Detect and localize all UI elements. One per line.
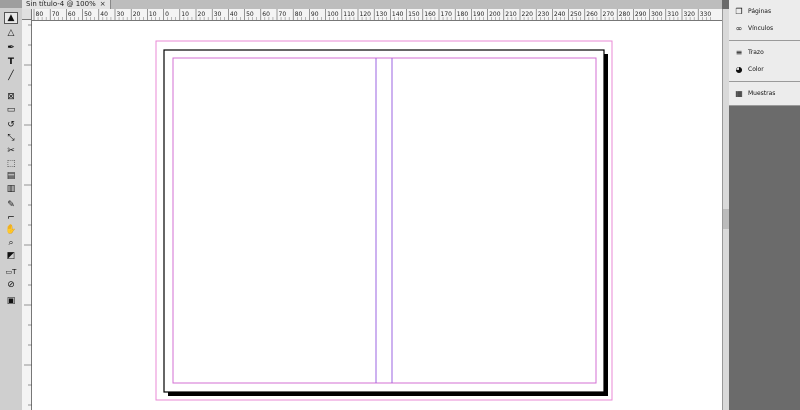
ruler-tick-label: 320 — [684, 11, 696, 18]
ruler-tick-label: 10 — [181, 11, 189, 18]
fill-stroke-icon[interactable]: ◩ — [4, 250, 18, 262]
ruler-tick-label: 90 — [311, 11, 319, 18]
ruler-tick-label: 30 — [214, 11, 222, 18]
color-icon: ◕ — [735, 65, 743, 74]
scale-icon[interactable]: ⤡ — [4, 132, 18, 144]
ruler-tick-label: 160 — [424, 11, 436, 18]
pages-icon: ❐ — [735, 7, 743, 16]
panel-item-color[interactable]: ◕ Color — [729, 61, 800, 78]
ruler-tick-label: 50 — [246, 11, 254, 18]
ruler-tick-label: 290 — [635, 11, 647, 18]
hand-icon[interactable]: ✋ — [4, 224, 18, 236]
direct-selection-icon[interactable]: △ — [4, 27, 18, 39]
free-transform-icon[interactable]: ⬚ — [4, 158, 18, 170]
ruler-tick-label: 250 — [570, 11, 582, 18]
panel-group-stroke-color: ≡ Trazo ◕ Color — [729, 41, 800, 82]
panel-group-pages-links: ❐ Páginas ∞ Vínculos — [729, 0, 800, 41]
zoom-icon[interactable]: ⌕ — [4, 237, 18, 249]
panel-item-label: Vínculos — [748, 25, 774, 32]
document-tab[interactable]: Sin título-4 @ 100% × — [22, 0, 111, 9]
panel-item-label: Color — [748, 66, 764, 73]
vertical-ruler[interactable] — [22, 20, 32, 410]
ruler-tick-label: 260 — [586, 11, 598, 18]
ruler-tick-label: 30 — [117, 11, 125, 18]
panel-item-pages[interactable]: ❐ Páginas — [729, 3, 800, 20]
apply-none-icon[interactable]: ⊘ — [4, 279, 18, 291]
stroke-icon: ≡ — [735, 48, 743, 57]
ruler-tick-label: 40 — [230, 11, 238, 18]
pasteboard[interactable] — [32, 21, 722, 410]
ruler-tick-label: 40 — [100, 11, 108, 18]
document-title: Sin título-4 @ 100% — [26, 0, 96, 8]
scrollbar-thumb[interactable] — [723, 209, 729, 229]
ruler-tick-label: 210 — [505, 11, 517, 18]
page[interactable] — [163, 49, 605, 393]
ruler-tick-label: 0 — [165, 11, 169, 18]
ruler-origin[interactable] — [22, 9, 32, 20]
panel-item-label: Páginas — [748, 8, 772, 15]
line-icon[interactable]: ╱ — [4, 70, 18, 82]
ruler-tick-label: 80 — [36, 11, 44, 18]
ruler-tick-label: 150 — [408, 11, 420, 18]
ruler-tick-label: 180 — [457, 11, 469, 18]
panel-group-swatches: ▦ Muestras — [729, 82, 800, 106]
tools-panel: ▲ △ ✒ T ╱ ⊠ ▭ ↺ ⤡ ✂ ⬚ ▤ ▥ ✎ ⌐ ✋ ⌕ ◩ ▭T ⊘… — [0, 0, 23, 410]
ruler-tick-label: 270 — [603, 11, 615, 18]
frame-icon[interactable]: ⊠ — [4, 91, 18, 103]
ruler-tick-label: 100 — [327, 11, 339, 18]
vertical-scrollbar[interactable] — [722, 9, 729, 410]
spread — [155, 40, 613, 401]
tools-panel-grip[interactable] — [0, 0, 22, 8]
panel-item-stroke[interactable]: ≡ Trazo — [729, 44, 800, 61]
links-icon: ∞ — [735, 24, 743, 33]
ruler-tick-label: 240 — [554, 11, 566, 18]
ruler-tick-label: 110 — [343, 11, 355, 18]
ruler-tick-label: 70 — [279, 11, 287, 18]
panel-item-swatches[interactable]: ▦ Muestras — [729, 85, 800, 102]
vertical-ruler-ticks — [24, 24, 32, 406]
close-icon[interactable]: × — [100, 0, 106, 9]
type-icon[interactable]: T — [4, 56, 18, 68]
gradient-icon[interactable]: ▤ — [4, 170, 18, 182]
ruler-tick-label: 50 — [84, 11, 92, 18]
ruler-tick-label: 20 — [133, 11, 141, 18]
ruler-tick-label: 230 — [538, 11, 550, 18]
ruler-tick-label: 330 — [700, 11, 712, 18]
scissors-icon[interactable]: ✂ — [4, 145, 18, 157]
rotate-icon[interactable]: ↺ — [4, 119, 18, 131]
ruler-tick-label: 20 — [198, 11, 206, 18]
ruler-tick-label: 310 — [667, 11, 679, 18]
ruler-tick-label: 170 — [441, 11, 453, 18]
ruler-tick-label: 120 — [360, 11, 372, 18]
ruler-tick-label: 70 — [52, 11, 60, 18]
ruler-tick-label: 300 — [651, 11, 663, 18]
ruler-tick-label: 10 — [149, 11, 157, 18]
ruler-tick-label: 60 — [68, 11, 76, 18]
pen-icon[interactable]: ✒ — [4, 42, 18, 54]
formatting-icon[interactable]: ▭T — [4, 266, 18, 278]
ruler-tick-label: 130 — [376, 11, 388, 18]
horizontal-ruler[interactable]: 80 70 60 50 40 30 20 10 0 10 20 30 40 50 60 70 80 90 100 11… — [32, 9, 722, 21]
view-mode-icon[interactable]: ▣ — [4, 295, 18, 307]
gradient-feather-icon[interactable]: ▥ — [4, 183, 18, 195]
panel-item-links[interactable]: ∞ Vínculos — [729, 20, 800, 37]
ruler-tick-label: 140 — [392, 11, 404, 18]
rectangle-icon[interactable]: ▭ — [4, 104, 18, 116]
ruler-tick-label: 60 — [262, 11, 270, 18]
ruler-tick-label: 200 — [489, 11, 501, 18]
panel-item-label: Muestras — [748, 90, 776, 97]
eyedropper-icon[interactable]: ⌐ — [4, 212, 18, 224]
ruler-tick-label: 190 — [473, 11, 485, 18]
panel-item-label: Trazo — [748, 49, 764, 56]
note-icon[interactable]: ✎ — [4, 199, 18, 211]
ruler-tick-label: 280 — [619, 11, 631, 18]
ruler-tick-label: 80 — [295, 11, 303, 18]
ruler-tick-label: 220 — [522, 11, 534, 18]
horizontal-ruler-ticks: 80 70 60 50 40 30 20 10 0 10 20 30 40 50 60 70 80 90 100 11… — [33, 9, 712, 20]
panels-dock: ❐ Páginas ∞ Vínculos ≡ Trazo ◕ Color ▦ M… — [729, 0, 800, 106]
swatches-icon: ▦ — [735, 89, 743, 98]
selection-icon[interactable]: ▲ — [4, 12, 18, 24]
